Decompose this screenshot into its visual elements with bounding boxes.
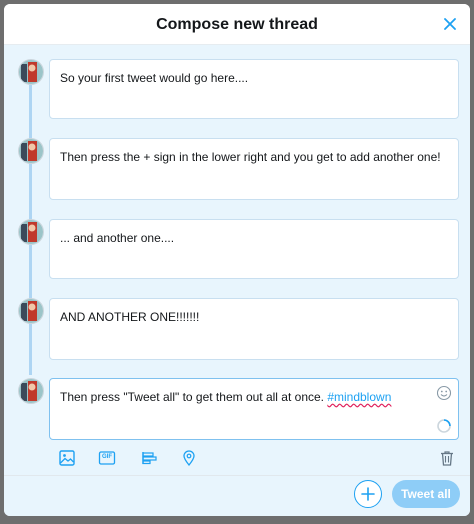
add-media-button[interactable] [57, 448, 77, 468]
add-tweet-button[interactable] [354, 480, 382, 508]
tweet-textarea[interactable]: ... and another one.... [49, 219, 459, 279]
tweet-all-button[interactable]: Tweet all [392, 480, 460, 508]
add-gif-button[interactable]: GIF [97, 448, 117, 468]
gif-label: GIF [102, 454, 112, 460]
location-icon [183, 450, 195, 467]
progress-ring-icon [437, 419, 451, 433]
add-location-button[interactable] [179, 448, 199, 468]
tweet-text: ... and another one.... [60, 231, 175, 245]
compose-toolbar: GIF [4, 448, 470, 474]
image-icon [59, 450, 75, 466]
dialog-footer: Tweet all [4, 475, 470, 516]
hashtag-link[interactable]: #mindblown [327, 390, 391, 404]
plus-icon [361, 487, 375, 501]
emoji-button[interactable] [436, 385, 452, 401]
close-button[interactable] [440, 14, 460, 34]
tweet-textarea[interactable]: Then press "Tweet all" to get them out a… [49, 378, 459, 440]
tweet-textarea[interactable]: AND ANOTHER ONE!!!!!!! [49, 298, 459, 360]
tweet-textarea[interactable]: So your first tweet would go here.... [49, 59, 459, 119]
tweet-text: Then press "Tweet all" to get them out a… [60, 389, 448, 405]
emoji-icon [436, 385, 452, 401]
avatar [18, 59, 44, 85]
thread-body: So your first tweet would go here.... Th… [4, 45, 470, 475]
dialog-header: Compose new thread [4, 4, 470, 45]
tweet-text-body: Then press "Tweet all" to get them out a… [60, 390, 328, 404]
tweet-textarea[interactable]: Then press the + sign in the lower right… [49, 138, 459, 200]
compose-thread-dialog: Compose new thread So your first tweet w… [4, 4, 470, 516]
trash-icon [441, 451, 453, 466]
tweet-text: AND ANOTHER ONE!!!!!!! [60, 310, 200, 324]
delete-tweet-button[interactable] [437, 448, 457, 468]
add-poll-button[interactable] [139, 448, 159, 468]
avatar [18, 378, 44, 404]
tweet-text: So your first tweet would go here.... [60, 71, 249, 85]
close-icon [444, 18, 456, 30]
avatar [18, 298, 44, 324]
poll-icon [142, 452, 157, 465]
character-counter [436, 418, 452, 434]
avatar [18, 219, 44, 245]
tweet-text: Then press the + sign in the lower right… [60, 150, 441, 164]
avatar [18, 138, 44, 164]
dialog-title: Compose new thread [156, 16, 318, 33]
